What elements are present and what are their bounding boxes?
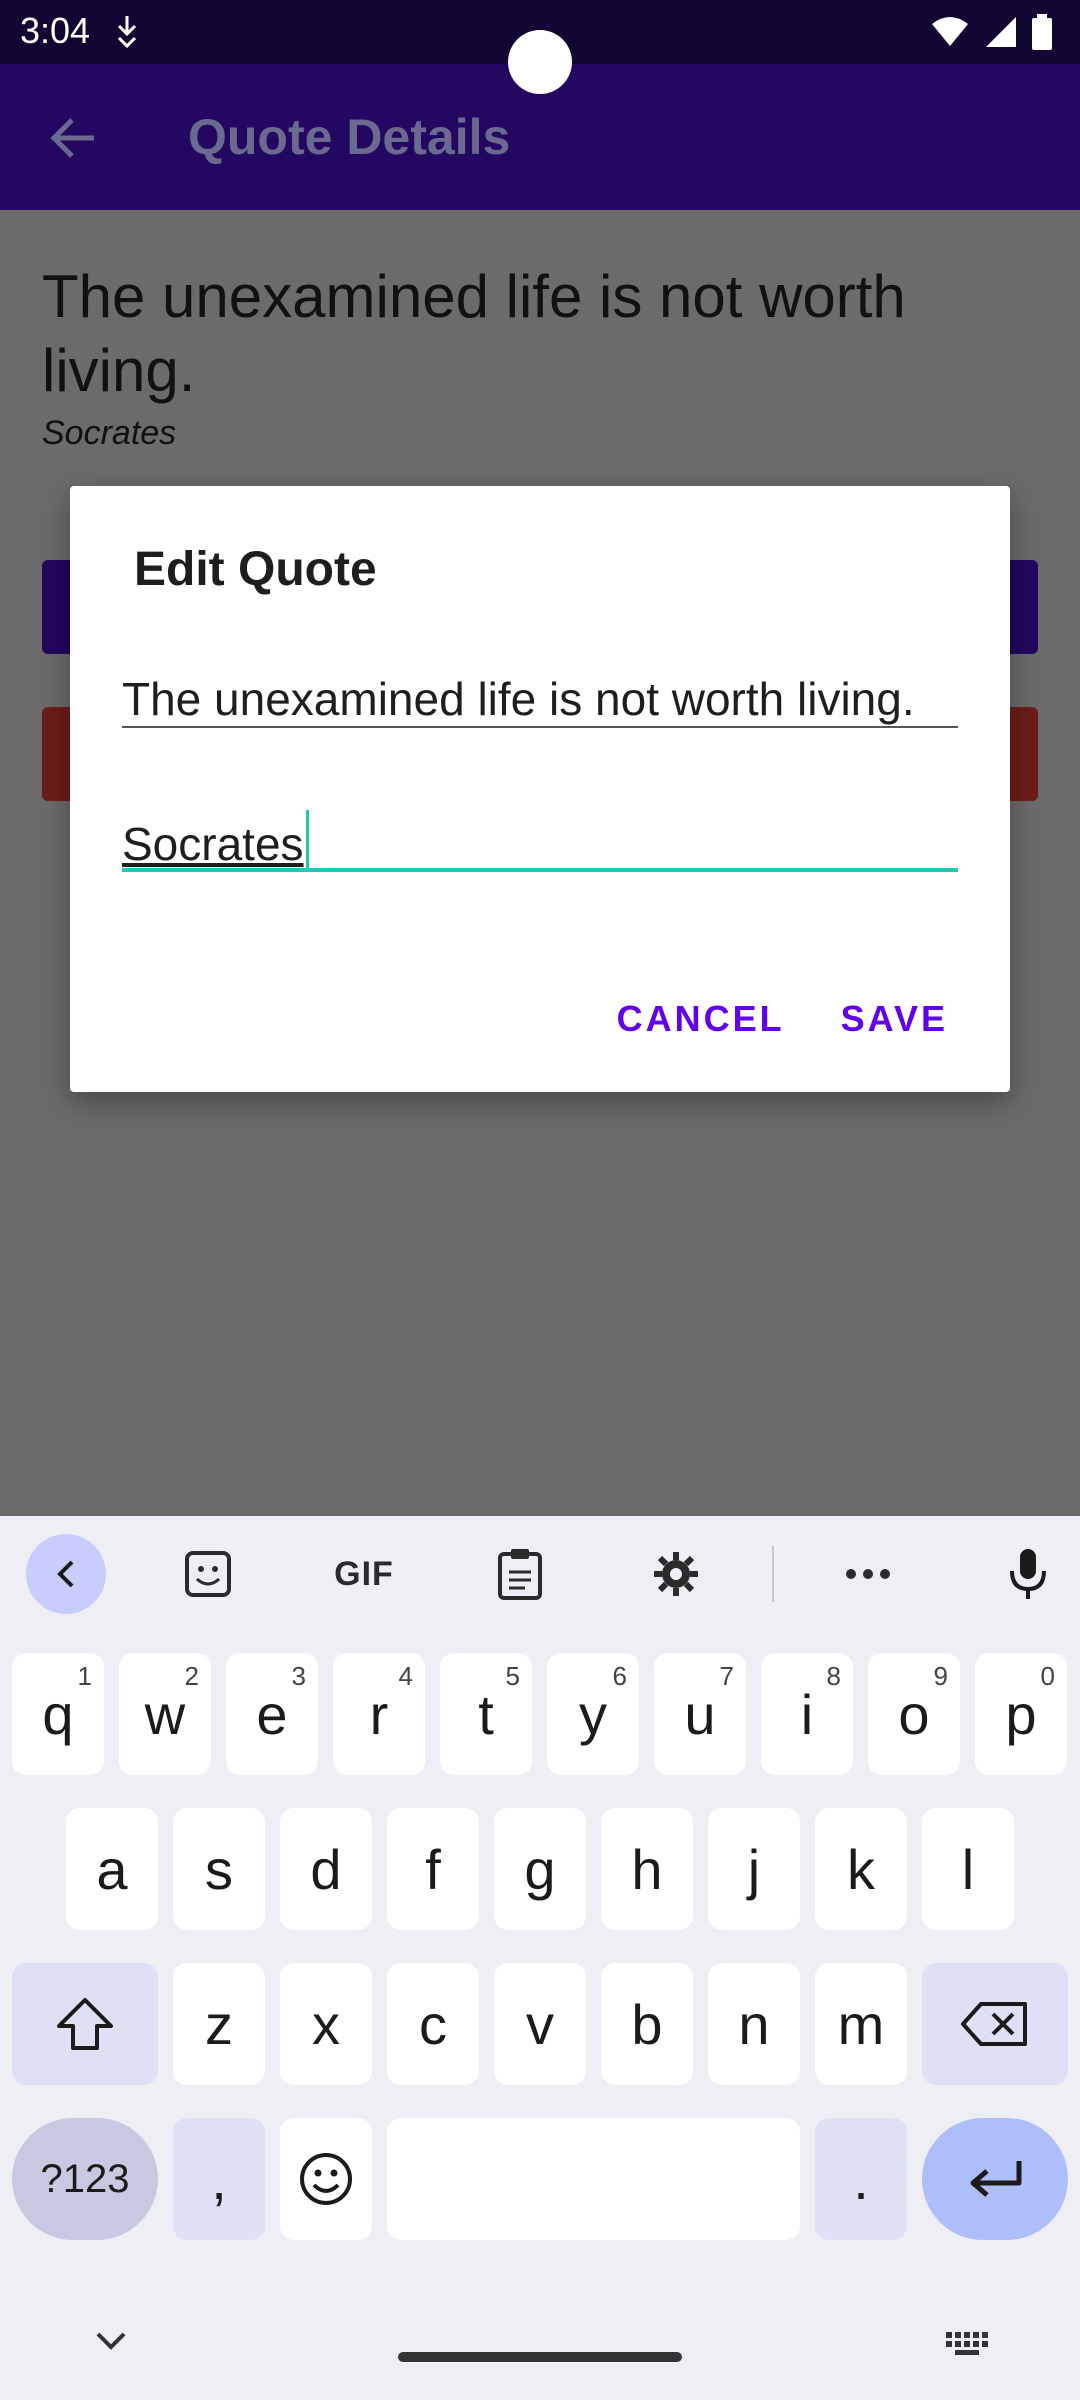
clipboard-icon[interactable] [480, 1534, 560, 1614]
quote-text: The unexamined life is not worth living. [42, 263, 906, 404]
emoji-icon [300, 2153, 352, 2205]
key-q[interactable]: q1 [12, 1653, 104, 1775]
enter-icon [970, 2161, 1022, 2197]
gif-icon[interactable]: GIF [324, 1534, 404, 1614]
dialog-title: Edit Quote [134, 543, 377, 596]
backspace-icon [961, 2002, 1027, 2046]
key-b[interactable]: b [601, 1963, 693, 2085]
key-label: r [369, 1682, 389, 1746]
key-label: e [256, 1682, 288, 1746]
sticker-icon[interactable] [168, 1534, 248, 1614]
key-t[interactable]: t5 [440, 1653, 532, 1775]
quote-input[interactable]: The unexamined life is not worth living. [122, 672, 958, 728]
space-key[interactable] [387, 2118, 800, 2240]
shift-key[interactable] [12, 1963, 158, 2085]
key-g[interactable]: g [494, 1808, 586, 1930]
page-title: Quote Details [188, 109, 511, 165]
key-hint: 0 [1040, 1661, 1055, 1691]
key-label: u [684, 1682, 716, 1746]
period-key[interactable]: . [815, 2118, 907, 2240]
key-n[interactable]: n [708, 1963, 800, 2085]
status-icons [930, 12, 1052, 52]
key-w[interactable]: w2 [119, 1653, 211, 1775]
key-x[interactable]: x [280, 1963, 372, 2085]
data-saver-icon [117, 16, 137, 48]
key-label: y [579, 1682, 607, 1746]
backspace-key[interactable] [922, 1963, 1068, 2085]
key-p[interactable]: p0 [975, 1653, 1067, 1775]
key-h[interactable]: h [601, 1808, 693, 1930]
toolbar-divider [772, 1546, 774, 1602]
key-f[interactable]: f [387, 1808, 479, 1930]
key-hint: 9 [933, 1661, 948, 1691]
key-d[interactable]: d [280, 1808, 372, 1930]
author-input[interactable]: Socrates [122, 810, 958, 872]
more-icon[interactable] [828, 1534, 908, 1614]
author-input-value: Socrates [122, 818, 304, 870]
key-label: w [144, 1682, 186, 1746]
key-hint: 8 [826, 1661, 841, 1691]
keyboard-switch-icon[interactable] [946, 2332, 990, 2356]
key-i[interactable]: i8 [761, 1653, 853, 1775]
key-o[interactable]: o9 [868, 1653, 960, 1775]
mic-icon[interactable] [988, 1534, 1068, 1614]
key-k[interactable]: k [815, 1808, 907, 1930]
key-u[interactable]: u7 [654, 1653, 746, 1775]
key-v[interactable]: v [494, 1963, 586, 2085]
shift-icon [57, 1998, 113, 2050]
key-hint: 6 [612, 1661, 627, 1691]
key-label: i [800, 1682, 814, 1746]
key-y[interactable]: y6 [547, 1653, 639, 1775]
symbols-key[interactable]: ?123 [12, 2118, 158, 2240]
emoji-key[interactable] [280, 2118, 372, 2240]
key-label: t [478, 1682, 494, 1746]
key-hint: 5 [505, 1661, 520, 1691]
key-label: o [898, 1682, 930, 1746]
key-r[interactable]: r4 [333, 1653, 425, 1775]
navigation-bar [0, 2308, 1080, 2400]
enter-key[interactable] [922, 2118, 1068, 2240]
soft-keyboard: GIF q1 w2 e3 r4 t5 y6 u7 i8 o9 p0 a s d … [0, 1516, 1080, 2400]
key-e[interactable]: e3 [226, 1653, 318, 1775]
key-m[interactable]: m [815, 1963, 907, 2085]
key-j[interactable]: j [708, 1808, 800, 1930]
front-camera [508, 30, 572, 94]
arrow-left-icon[interactable] [44, 108, 104, 168]
status-time: 3:04 [20, 10, 91, 51]
keyboard-toolbar: GIF [0, 1516, 1080, 1632]
wifi-icon [932, 17, 968, 46]
text-cursor [305, 810, 309, 872]
gear-icon[interactable] [636, 1534, 716, 1614]
key-c[interactable]: c [387, 1963, 479, 2085]
key-hint: 1 [77, 1661, 92, 1691]
cancel-button[interactable]: CANCEL [617, 998, 785, 1040]
key-label: p [1005, 1682, 1037, 1746]
key-label: q [42, 1682, 74, 1746]
signal-icon [986, 17, 1016, 47]
chevron-down-icon[interactable] [94, 2330, 128, 2352]
comma-key[interactable]: , [173, 2118, 265, 2240]
home-handle[interactable] [398, 2352, 682, 2362]
dialog-actions: CANCEL SAVE [617, 998, 948, 1040]
battery-icon [1032, 14, 1052, 50]
save-button[interactable]: SAVE [841, 998, 948, 1040]
key-hint: 4 [398, 1661, 413, 1691]
key-l[interactable]: l [922, 1808, 1014, 1930]
key-hint: 3 [291, 1661, 306, 1691]
quote-input-value: The unexamined life is not worth living. [122, 673, 915, 725]
quote-author: Socrates [42, 414, 177, 452]
key-z[interactable]: z [173, 1963, 265, 2085]
edit-quote-dialog: Edit Quote The unexamined life is not wo… [70, 486, 1010, 1092]
key-s[interactable]: s [173, 1808, 265, 1930]
key-hint: 7 [719, 1661, 734, 1691]
chevron-left-icon[interactable] [26, 1534, 106, 1614]
key-hint: 2 [184, 1661, 199, 1691]
key-a[interactable]: a [66, 1808, 158, 1930]
